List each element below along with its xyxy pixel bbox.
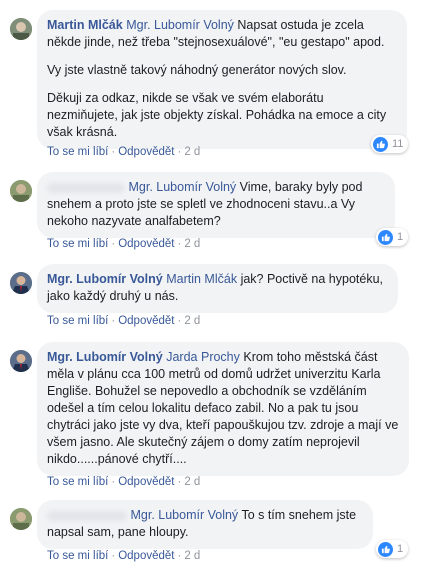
comment-mention[interactable]: Martin Mlčák (166, 272, 237, 286)
reaction-count[interactable]: 11 (371, 135, 409, 153)
reply-link[interactable]: Odpovědět (118, 550, 174, 562)
comment-author[interactable]: Mgr. Lubomír Volný (47, 272, 163, 286)
comment-time[interactable]: 2 d (184, 315, 200, 327)
separator: · (177, 238, 182, 250)
separator: · (177, 476, 182, 488)
comment-actions: To se mi líbí · Odpovědět · 2 d (47, 315, 200, 327)
comment-text: Krom toho městská část měla v plánu cca … (47, 350, 399, 466)
comment-bubble: Mgr. Lubomír Volný Martin Mlčák jak? Poc… (37, 264, 398, 313)
comment-text: Vy jste vlastně takový náhodný generátor… (47, 63, 347, 77)
comment-time[interactable]: 2 d (184, 238, 200, 250)
separator: · (177, 550, 182, 562)
comment-author-redacted[interactable] (47, 180, 125, 194)
like-link[interactable]: To se mi líbí (47, 550, 108, 562)
reply-link[interactable]: Odpovědět (118, 146, 174, 158)
avatar[interactable] (10, 18, 32, 40)
comment-text: Děkuji za odkaz, nikde se však ve svém e… (47, 91, 387, 139)
avatar[interactable] (10, 508, 32, 530)
comment-actions: To se mi líbí · Odpovědět · 2 d (47, 146, 200, 158)
reply-link[interactable]: Odpovědět (118, 476, 174, 488)
comment-mention[interactable]: Mgr. Lubomír Volný (126, 18, 234, 32)
separator: · (111, 238, 116, 250)
separator: · (177, 315, 182, 327)
separator: · (111, 476, 116, 488)
comment-time[interactable]: 2 d (184, 550, 200, 562)
reaction-count[interactable]: 1 (376, 540, 409, 558)
like-reaction-icon (378, 541, 393, 557)
comment-bubble: Martin Mlčák Mgr. Lubomír Volný Napsat o… (37, 10, 407, 149)
comment-mention[interactable]: Jarda Prochy (166, 350, 240, 364)
redacted-name (47, 182, 125, 193)
like-link[interactable]: To se mi líbí (47, 476, 108, 488)
like-link[interactable]: To se mi líbí (47, 315, 108, 327)
comment-bubble: Mgr. Lubomír Volný Vime, baraky byly pod… (37, 172, 395, 238)
like-reaction-icon (378, 229, 393, 245)
separator: · (111, 146, 116, 158)
comment-author-redacted[interactable] (47, 508, 127, 522)
avatar[interactable] (10, 180, 32, 202)
avatar[interactable] (10, 350, 32, 372)
redacted-name (47, 510, 127, 521)
like-link[interactable]: To se mi líbí (47, 146, 108, 158)
comment-author[interactable]: Mgr. Lubomír Volný (47, 350, 163, 364)
reply-link[interactable]: Odpovědět (118, 238, 174, 250)
like-link[interactable]: To se mi líbí (47, 238, 108, 250)
separator: · (177, 146, 182, 158)
separator: · (111, 550, 116, 562)
comment-mention[interactable]: Mgr. Lubomír Volný (128, 180, 236, 194)
comment-actions: To se mi líbí · Odpovědět · 2 d (47, 476, 200, 488)
avatar[interactable] (10, 272, 32, 294)
reaction-count-value: 1 (397, 231, 404, 243)
reply-link[interactable]: Odpovědět (118, 315, 174, 327)
comment-actions: To se mi líbí · Odpovědět · 2 d (47, 238, 200, 250)
comment-time[interactable]: 2 d (184, 476, 200, 488)
comment-bubble: Mgr. Lubomír Volný To s tím snehem jste … (37, 500, 373, 549)
reaction-count-value: 11 (392, 138, 404, 150)
reaction-count[interactable]: 1 (376, 228, 409, 246)
separator: · (111, 315, 116, 327)
comment-bubble: Mgr. Lubomír Volný Jarda Prochy Krom toh… (37, 342, 409, 476)
comment-actions: To se mi líbí · Odpovědět · 2 d (47, 550, 200, 562)
comment-author[interactable]: Martin Mlčák (47, 18, 123, 32)
reaction-count-value: 1 (397, 543, 404, 555)
like-reaction-icon (373, 136, 388, 152)
comment-mention[interactable]: Mgr. Lubomír Volný (130, 508, 238, 522)
comment-time[interactable]: 2 d (184, 146, 200, 158)
